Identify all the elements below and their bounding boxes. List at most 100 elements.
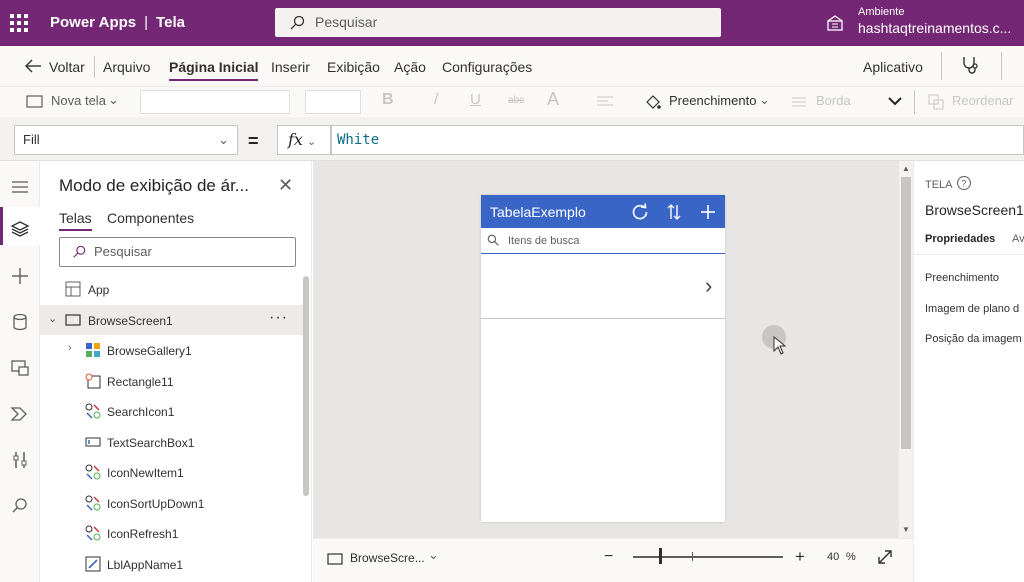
text-search-box[interactable]: Itens de busca: [481, 228, 725, 254]
tree-search-placeholder: Pesquisar: [94, 244, 152, 259]
close-icon[interactable]: ✕: [278, 175, 293, 196]
search-icon[interactable]: [10, 496, 30, 516]
power-automate-icon[interactable]: [10, 404, 30, 424]
menu-pagina-inicial[interactable]: Página Inicial: [169, 59, 259, 81]
formula-input[interactable]: White: [331, 125, 1024, 155]
back-arrow-icon[interactable]: [24, 58, 42, 74]
tree-node-textsearchbox[interactable]: TextSearchBox1: [40, 427, 306, 457]
screen-icon: [327, 553, 343, 565]
media-icon[interactable]: [10, 358, 30, 378]
zoom-out-button[interactable]: −: [604, 548, 613, 566]
properties-panel: TELA ? BrowseScreen1 Propriedades Av Pre…: [913, 161, 1024, 582]
tools-icon[interactable]: [10, 450, 30, 470]
stethoscope-icon[interactable]: [960, 55, 980, 75]
font-color-button[interactable]: A: [547, 89, 559, 110]
tree-scrollbar[interactable]: [303, 276, 309, 496]
fill-button[interactable]: Preenchimento: [669, 93, 756, 108]
reorder-button[interactable]: Reordenar: [952, 93, 1013, 108]
equals-sign: =: [248, 131, 259, 151]
strikethrough-button[interactable]: abc: [508, 95, 524, 106]
chevron-right-icon[interactable]: ›: [68, 342, 72, 354]
zoom-slider-track[interactable]: [633, 556, 783, 558]
font-size-select[interactable]: [305, 90, 361, 114]
app-screen-preview[interactable]: TabelaExemplo Itens de busca ›: [481, 195, 725, 522]
tree-node-search-icon[interactable]: SearchIcon1: [40, 396, 306, 426]
selected-control-name[interactable]: BrowseScreen1: [925, 202, 1024, 218]
tab-componentes[interactable]: Componentes: [107, 210, 194, 226]
icon-control-icon: [85, 525, 101, 541]
more-options-icon[interactable]: ···: [269, 309, 288, 327]
border-button[interactable]: Borda: [816, 93, 851, 108]
tree-node-iconsortupdown[interactable]: IconSortUpDown1: [40, 488, 306, 518]
plus-icon[interactable]: [10, 266, 30, 286]
menu-inserir[interactable]: Inserir: [271, 59, 310, 75]
menu-exibicao[interactable]: Exibição: [327, 59, 380, 75]
canvas-vertical-scrollbar[interactable]: ▲ ▼: [899, 161, 913, 538]
layers-icon[interactable]: [10, 219, 30, 239]
sort-up-down-icon[interactable]: [667, 203, 681, 221]
chevron-down-icon[interactable]: ⌄: [48, 312, 57, 325]
tree-node-iconnewitem[interactable]: IconNewItem1: [40, 457, 306, 487]
search-box-placeholder: Itens de busca: [508, 235, 580, 247]
new-screen-button[interactable]: Nova tela: [51, 93, 106, 108]
tree-node-lblappname[interactable]: LblAppName1: [40, 549, 306, 579]
chevron-right-icon[interactable]: ›: [705, 273, 712, 299]
database-icon[interactable]: [10, 312, 30, 332]
help-icon[interactable]: ?: [956, 175, 972, 191]
scroll-down-arrow-icon[interactable]: ▼: [902, 525, 910, 534]
fit-to-window-icon[interactable]: [877, 549, 893, 565]
menu-configuracoes[interactable]: Configurações: [442, 59, 532, 75]
global-search[interactable]: Pesquisar: [275, 8, 721, 37]
tree-node-app[interactable]: App: [40, 274, 306, 304]
menu-acao[interactable]: Ação: [394, 59, 426, 75]
scrollbar-thumb[interactable]: [901, 177, 911, 449]
fill-bucket-icon: [646, 95, 661, 109]
product-name[interactable]: Power Apps: [50, 14, 136, 31]
scroll-up-arrow-icon[interactable]: ▲: [902, 164, 910, 173]
italic-button[interactable]: /: [434, 91, 438, 109]
app-launcher-icon[interactable]: [10, 14, 28, 32]
environment-icon[interactable]: [826, 14, 844, 32]
bold-button[interactable]: B: [382, 91, 394, 109]
property-dropdown[interactable]: Fill ⌄: [14, 125, 238, 155]
tree-node-label: App: [88, 283, 110, 297]
underline-button[interactable]: U: [470, 91, 481, 108]
tab-telas[interactable]: Telas: [59, 210, 92, 231]
properties-section-label: TELA: [925, 179, 953, 191]
property-preenchimento[interactable]: Preenchimento: [925, 272, 999, 284]
tab-propriedades[interactable]: Propriedades: [925, 233, 995, 245]
chevron-down-icon[interactable]: ⌄: [428, 547, 439, 563]
design-canvas[interactable]: TabelaExemplo Itens de busca ›: [313, 161, 899, 538]
icon-control-icon: [85, 495, 101, 511]
environment-name[interactable]: hashtaqtreinamentos.c...: [858, 20, 1018, 36]
hamburger-icon[interactable]: [10, 177, 30, 197]
tree-search-input[interactable]: Pesquisar: [59, 237, 296, 267]
expand-toolbar-chevron-icon[interactable]: [887, 95, 903, 107]
app-title-label[interactable]: TabelaExemplo: [490, 204, 586, 220]
property-imagem-plano-fundo[interactable]: Imagem de plano d: [925, 303, 1019, 315]
tab-avancado[interactable]: Av: [1012, 233, 1024, 245]
refresh-icon[interactable]: [631, 203, 649, 221]
screen-selector[interactable]: BrowseScre...: [350, 551, 425, 565]
search-icon[interactable]: [487, 234, 500, 247]
zoom-in-button[interactable]: +: [795, 547, 805, 567]
back-button[interactable]: Voltar: [49, 59, 85, 75]
add-icon[interactable]: [700, 203, 716, 221]
tree-node-rectangle[interactable]: Rectangle11: [40, 366, 306, 396]
align-icon[interactable]: [596, 95, 614, 109]
property-value: Fill: [23, 132, 40, 147]
tree-node-gallery[interactable]: › BrowseGallery1: [40, 335, 306, 365]
menu-arquivo[interactable]: Arquivo: [103, 59, 150, 75]
function-button[interactable]: fx ⌄: [277, 125, 331, 155]
gallery-icon: [86, 343, 100, 357]
gallery-item[interactable]: ›: [481, 255, 725, 319]
app-header-bar[interactable]: TabelaExemplo: [481, 195, 725, 228]
tree-node-screen[interactable]: ⌄ BrowseScreen1 ···: [40, 305, 306, 335]
tree-node-iconrefresh[interactable]: IconRefresh1: [40, 518, 306, 548]
property-posicao-imagem[interactable]: Posição da imagem: [925, 333, 1022, 345]
font-family-select[interactable]: [140, 90, 290, 114]
formula-bar: Fill ⌄ = fx ⌄ White: [0, 117, 1024, 161]
environment-label: Ambiente: [858, 6, 905, 18]
zoom-slider-thumb[interactable]: [659, 548, 662, 564]
app-checker-label[interactable]: Aplicativo: [863, 59, 923, 75]
